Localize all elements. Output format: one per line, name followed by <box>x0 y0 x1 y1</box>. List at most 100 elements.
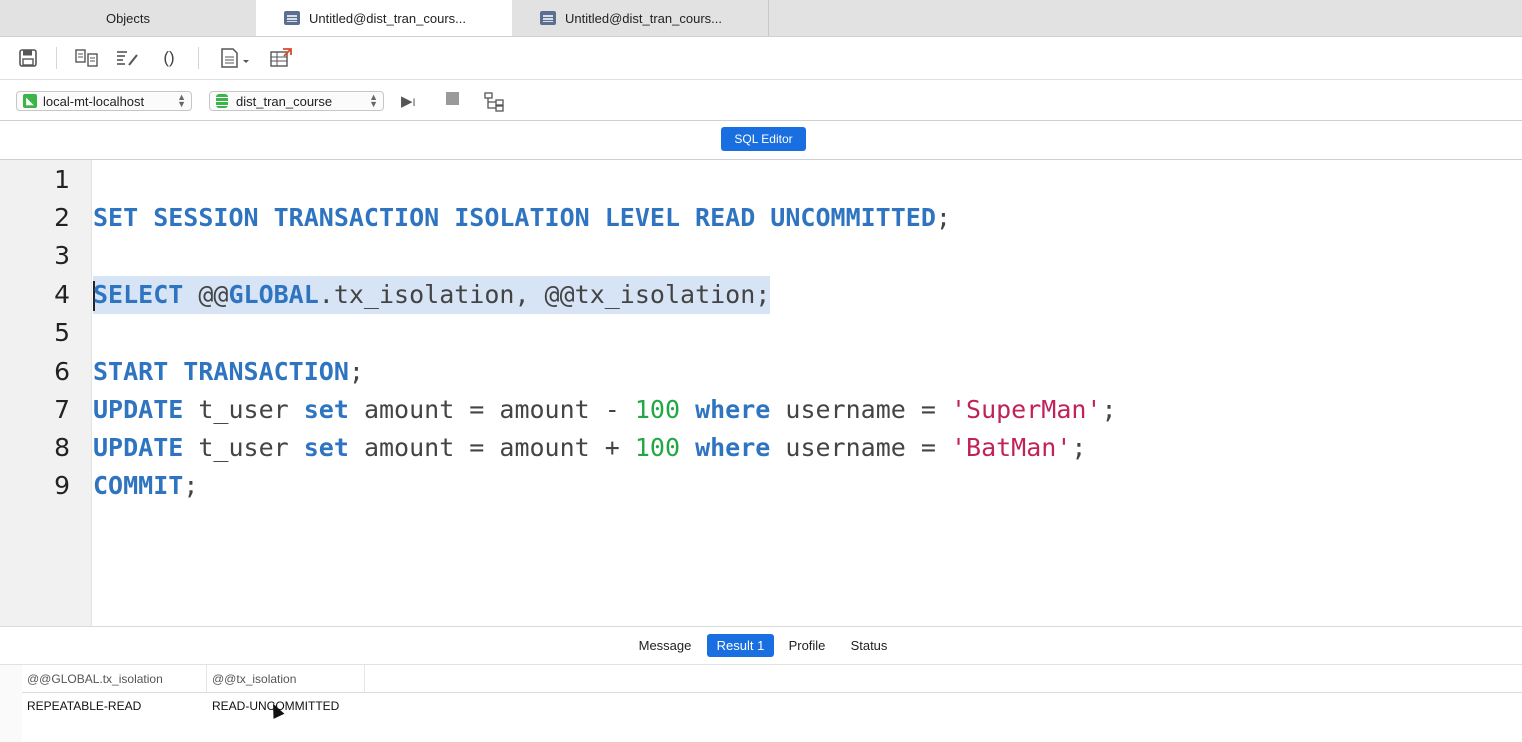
keyword-token: where <box>680 433 771 462</box>
save-icon <box>19 49 37 67</box>
code-token: username = <box>770 433 951 462</box>
explain-button[interactable] <box>484 92 506 116</box>
connection-select[interactable]: ◣ local-mt-localhost ▲ ▼ <box>16 91 192 111</box>
code-text: START TRANSACTION; <box>93 353 364 391</box>
code-line[interactable]: 7 UPDATE t_user set amount = amount - 10… <box>0 391 1522 429</box>
result-grid[interactable]: @@GLOBAL.tx_isolation @@tx_isolation REP… <box>0 664 1522 742</box>
code-line[interactable]: 1 <box>0 161 1522 199</box>
line-number: 3 <box>54 241 70 270</box>
query-table-icon <box>540 11 556 25</box>
sql-editor[interactable]: 1 2 SET SESSION TRANSACTION ISOLATION LE… <box>0 160 1522 626</box>
run-button[interactable]: ▶I <box>401 92 416 110</box>
column-header[interactable]: @@GLOBAL.tx_isolation <box>22 665 207 692</box>
connection-select-value: local-mt-localhost <box>43 93 145 109</box>
tab-result-1-label: Result 1 <box>716 638 765 653</box>
toolbar-divider <box>198 47 199 69</box>
beautify-sql-button[interactable] <box>114 47 140 69</box>
grid-header-row: @@GLOBAL.tx_isolation @@tx_isolation <box>22 665 1522 693</box>
code-token: @@ <box>183 280 229 309</box>
code-text: SET SESSION TRANSACTION ISOLATION LEVEL … <box>93 199 951 237</box>
tab-result-1[interactable]: Result 1 <box>707 634 774 657</box>
stop-button[interactable] <box>446 92 459 109</box>
column-header[interactable]: @@tx_isolation <box>207 665 365 692</box>
code-line[interactable]: 2 SET SESSION TRANSACTION ISOLATION LEVE… <box>0 199 1522 237</box>
line-number: 8 <box>54 433 70 462</box>
editor-toolbar: () <box>0 37 1522 80</box>
code-snippet-icon: () <box>163 48 175 67</box>
code-line[interactable]: 9 COMMIT; <box>0 467 1522 505</box>
select-arrows-icon: ▲ ▼ <box>369 92 378 109</box>
keyword-token: UPDATE <box>93 395 184 424</box>
code-snippet-button[interactable]: () <box>156 47 182 69</box>
line-number: 1 <box>54 165 70 194</box>
code-line[interactable]: 8 UPDATE t_user set amount = amount + 10… <box>0 429 1522 467</box>
stop-icon <box>446 92 459 105</box>
code-text: COMMIT; <box>93 467 198 505</box>
tab-objects[interactable]: Objects <box>0 0 256 36</box>
code-token: username = <box>770 395 951 424</box>
keyword-token: SET SESSION TRANSACTION ISOLATION LEVEL … <box>93 203 936 232</box>
tab-bar: Objects Untitled@dist_tran_cours... Unti… <box>0 0 1522 37</box>
cell-value: REPEATABLE-READ <box>27 699 142 713</box>
connection-toolbar: ◣ local-mt-localhost ▲ ▼ dist_tran_course… <box>0 80 1522 121</box>
line-number: 6 <box>54 357 70 386</box>
keyword-token: SELECT <box>93 280 184 309</box>
result-tab-bar: Message Result 1 Profile Status <box>0 626 1522 665</box>
text-menu-button[interactable] <box>218 47 252 69</box>
keyword-token: where <box>680 395 771 424</box>
code-token: .tx_isolation, @@tx_isolation; <box>318 280 771 309</box>
code-line-selected[interactable]: 4 SELECT @@GLOBAL.tx_isolation, @@tx_iso… <box>0 276 1522 314</box>
connection-icon: ◣ <box>23 94 37 108</box>
database-select[interactable]: dist_tran_course ▲ ▼ <box>209 91 384 111</box>
text-menu-icon <box>221 48 249 68</box>
number-token: 100 <box>634 395 681 424</box>
query-builder-button[interactable] <box>74 47 100 69</box>
code-text: UPDATE t_user set amount = amount + 100 … <box>93 429 1086 467</box>
tab-query-2-label: Untitled@dist_tran_cours... <box>565 10 722 26</box>
line-number: 5 <box>54 318 70 347</box>
tab-query-1[interactable]: Untitled@dist_tran_cours... <box>256 0 512 36</box>
database-select-value: dist_tran_course <box>236 93 333 109</box>
query-builder-icon <box>75 49 98 67</box>
tab-query-2[interactable]: Untitled@dist_tran_cours... <box>512 0 769 36</box>
tab-status-label: Status <box>850 638 888 653</box>
tab-profile-label: Profile <box>788 638 826 653</box>
line-number: 4 <box>54 280 70 309</box>
grid-cell[interactable]: READ-UNCOMMITTED <box>207 694 367 718</box>
column-header-label: @@tx_isolation <box>212 671 297 686</box>
beautify-icon <box>117 51 138 66</box>
code-token: amount = amount + <box>348 433 635 462</box>
string-token: 'SuperMan' <box>950 395 1102 424</box>
code-line[interactable]: 5 <box>0 314 1522 352</box>
tab-query-1-label: Untitled@dist_tran_cours... <box>309 10 466 26</box>
select-arrows-icon: ▲ ▼ <box>177 92 186 109</box>
grid-cell[interactable]: REPEATABLE-READ <box>22 694 207 718</box>
code-text: UPDATE t_user set amount = amount - 100 … <box>93 391 1117 429</box>
keyword-token: set <box>303 433 349 462</box>
database-icon <box>216 94 228 108</box>
save-button[interactable] <box>16 47 40 69</box>
keyword-token: set <box>303 395 349 424</box>
toolbar-divider <box>56 47 57 69</box>
line-number: 7 <box>54 395 70 424</box>
code-line[interactable]: 3 <box>0 237 1522 275</box>
tab-objects-label: Objects <box>105 10 151 26</box>
keyword-token: GLOBAL <box>228 280 319 309</box>
code-line[interactable]: 6 START TRANSACTION; <box>0 353 1522 391</box>
keyword-token: COMMIT <box>93 471 184 500</box>
keyword-token: UPDATE <box>93 433 184 462</box>
tab-status[interactable]: Status <box>842 634 896 657</box>
explain-icon <box>484 92 504 112</box>
code-token: t_user <box>183 433 304 462</box>
row-indicator-column <box>0 665 22 742</box>
punct-token: ; <box>348 357 364 386</box>
sql-editor-mode-button[interactable]: SQL Editor <box>721 127 806 151</box>
tab-message[interactable]: Message <box>630 634 700 657</box>
export-icon <box>270 48 292 67</box>
export-result-button[interactable] <box>268 47 296 69</box>
line-number: 9 <box>54 471 70 500</box>
punct-token: ; <box>183 471 199 500</box>
punct-token: ; <box>1101 395 1117 424</box>
string-token: 'BatMan' <box>950 433 1072 462</box>
tab-profile[interactable]: Profile <box>780 634 834 657</box>
